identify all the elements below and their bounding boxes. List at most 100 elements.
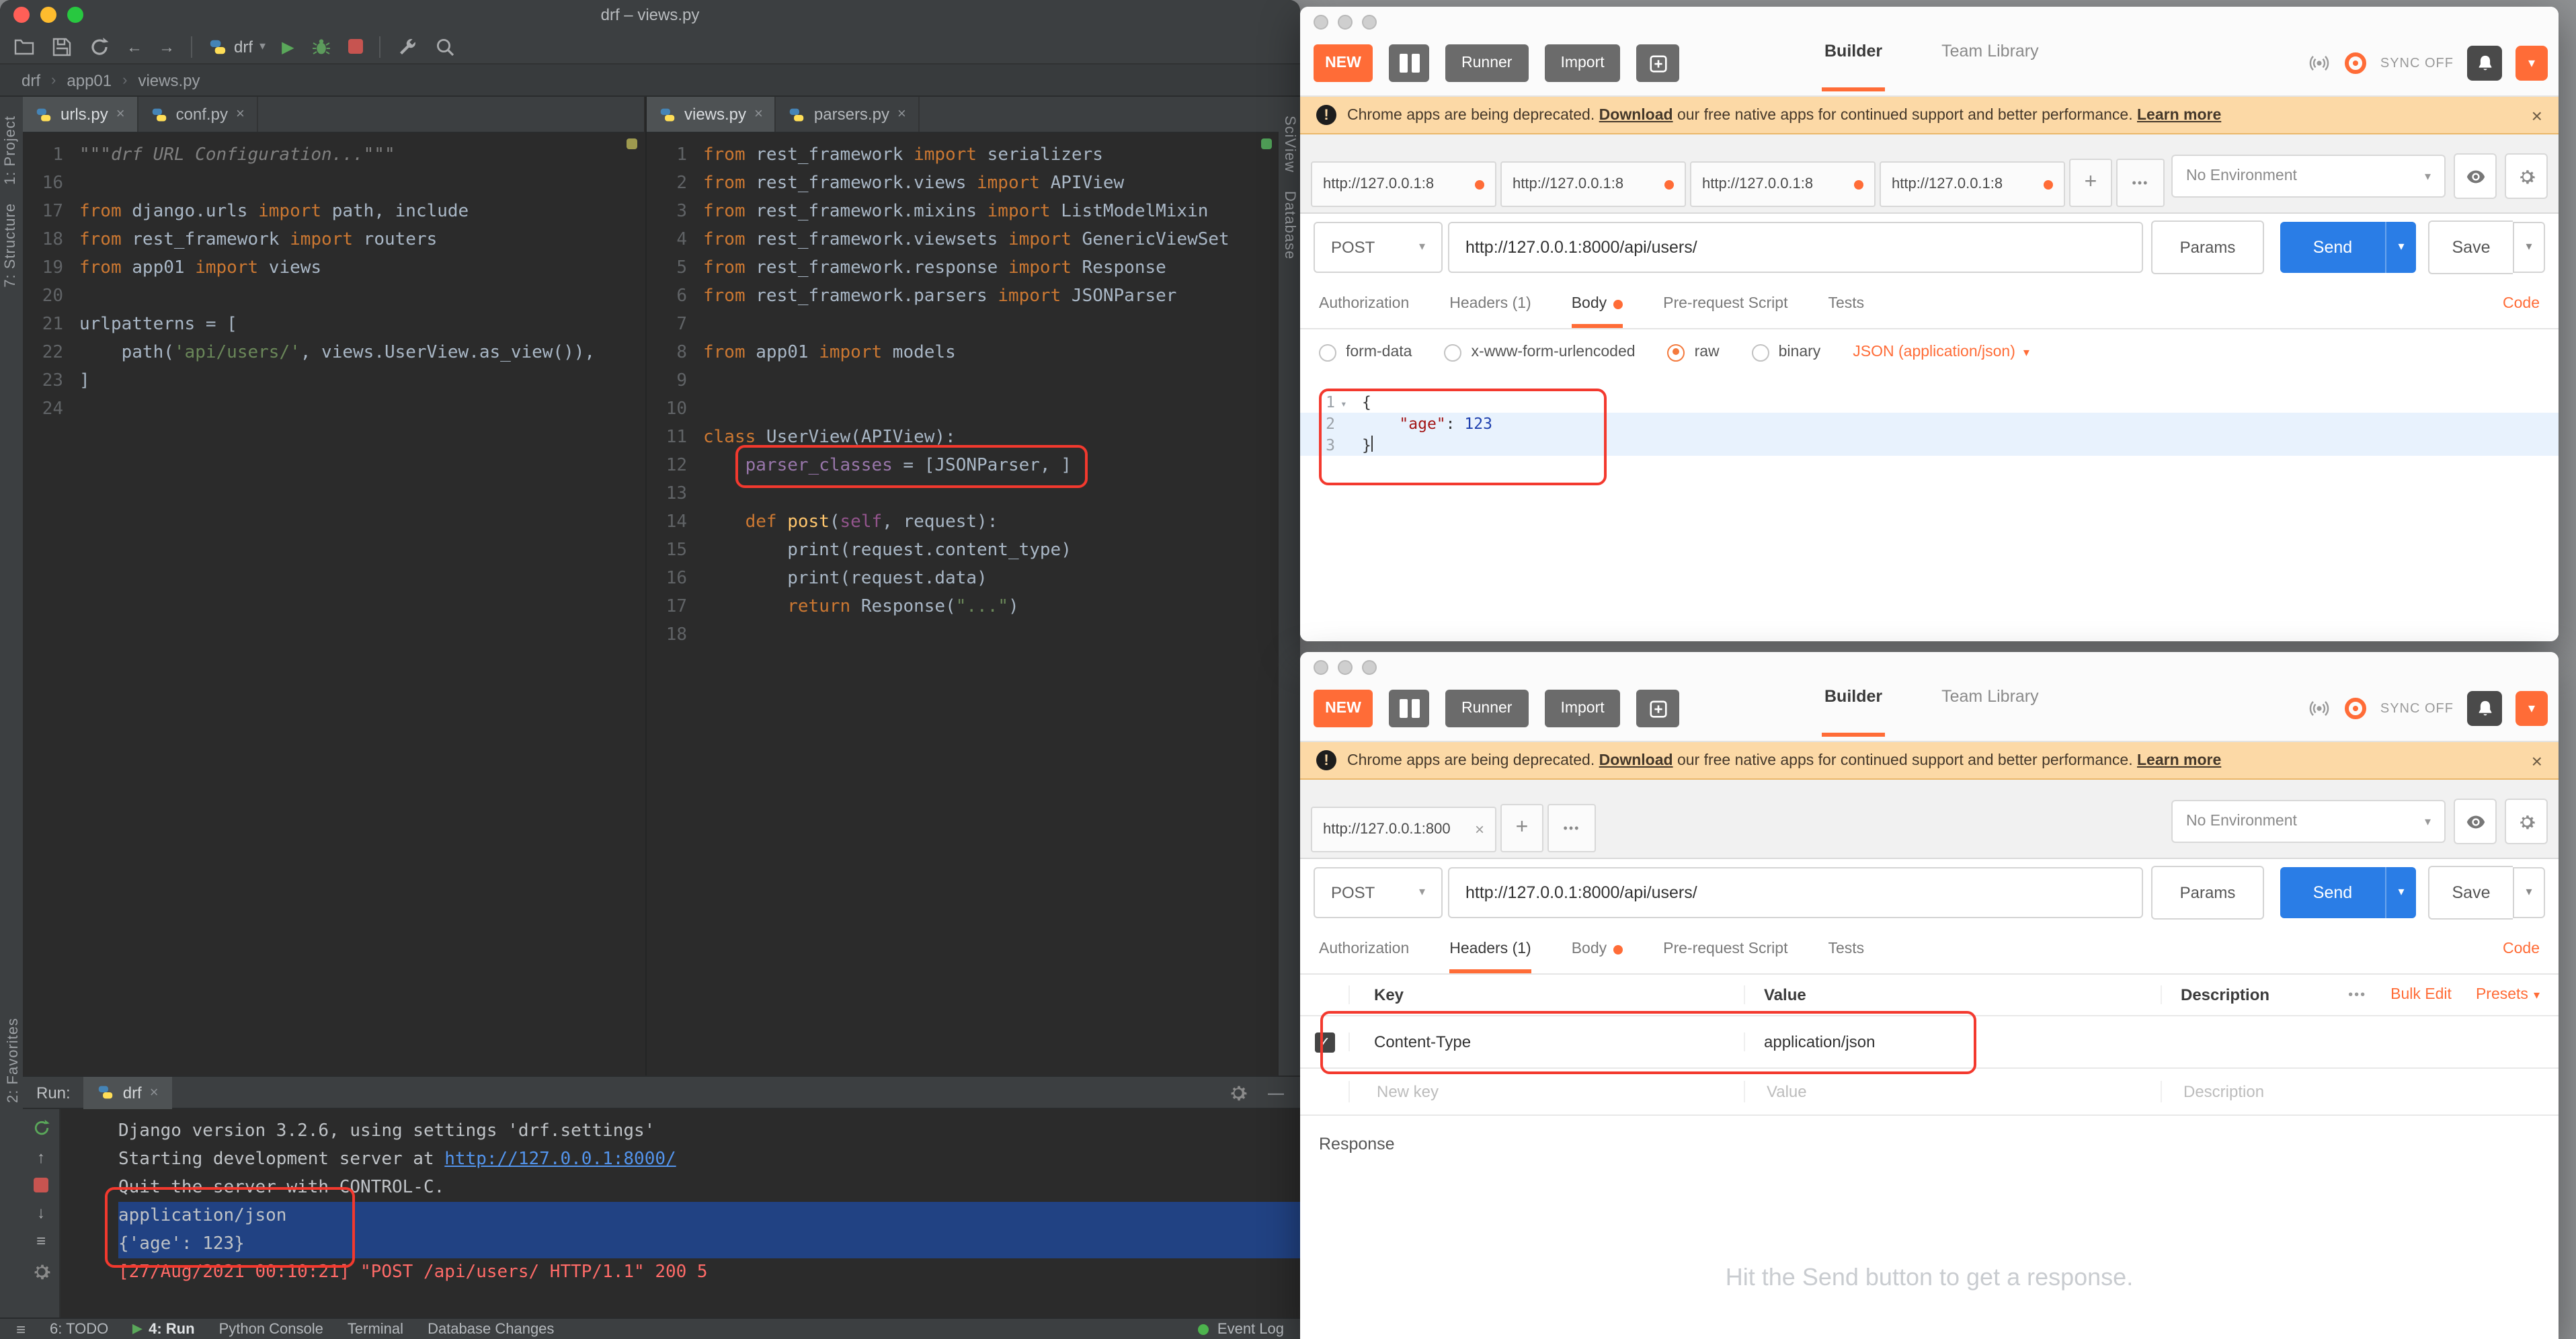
forward-icon[interactable]: → <box>159 38 175 54</box>
send-button[interactable]: Send <box>2280 221 2385 272</box>
console-menu-icon[interactable]: ≡ <box>36 1233 46 1249</box>
close-window-button[interactable] <box>1314 660 1328 675</box>
download-link[interactable]: Download <box>1599 107 1673 123</box>
request-tab[interactable]: http://127.0.0.1:8 <box>1311 161 1496 207</box>
minimize-window-button[interactable] <box>1338 15 1353 30</box>
header-value-cell[interactable]: application/json <box>1744 1032 2161 1051</box>
presets-dropdown[interactable]: Presets▾ <box>2476 987 2540 1003</box>
environment-preview-icon[interactable] <box>2454 153 2497 199</box>
import-button[interactable]: Import <box>1544 44 1620 82</box>
radio-form-data[interactable]: form-data <box>1319 343 1412 361</box>
code-editor-views[interactable]: 1from rest_framework import serializers2… <box>647 133 1279 1077</box>
statusbar-event-log[interactable]: Event Log <box>1199 1321 1284 1337</box>
settings-gear-icon[interactable] <box>1227 1082 1249 1103</box>
environment-select[interactable]: No Environment▾ <box>2171 800 2446 843</box>
subtab-body[interactable]: Body <box>1572 925 1623 973</box>
rerun-icon[interactable] <box>32 1119 50 1137</box>
editor-tab-urls[interactable]: urls.py × <box>23 97 138 132</box>
url-input[interactable] <box>1448 866 2143 918</box>
request-tab[interactable]: http://127.0.0.1:800× <box>1311 807 1496 852</box>
editor-tab-views[interactable]: views.py × <box>647 97 776 132</box>
wrench-icon[interactable] <box>397 36 418 57</box>
new-tab-button[interactable]: + <box>2069 159 2112 207</box>
account-menu-button[interactable]: ▾ <box>2515 46 2548 81</box>
statusbar-todo[interactable]: 6: TODO <box>50 1321 108 1337</box>
bulk-edit-link[interactable]: Bulk Edit <box>2390 987 2452 1003</box>
close-banner-icon[interactable]: × <box>2532 104 2542 126</box>
code-editor-urls[interactable]: 1"""drf URL Configuration..."""1617from … <box>23 133 644 1077</box>
close-icon[interactable]: × <box>116 106 125 122</box>
breadcrumb-item[interactable]: views.py <box>138 71 200 89</box>
account-menu-button[interactable]: ▾ <box>2515 691 2548 726</box>
close-banner-icon[interactable]: × <box>2532 749 2542 771</box>
open-folder-icon[interactable] <box>13 36 35 57</box>
radio-binary[interactable]: binary <box>1752 343 1821 361</box>
statusbar-database-changes[interactable]: Database Changes <box>428 1321 554 1337</box>
minimize-window-button[interactable] <box>1338 660 1353 675</box>
sync-status-icon[interactable] <box>2345 698 2367 719</box>
subtab-body[interactable]: Body <box>1572 280 1623 328</box>
subtab-headers[interactable]: Headers (1) <box>1449 925 1531 973</box>
import-button[interactable]: Import <box>1544 690 1620 727</box>
stop-button[interactable] <box>348 39 363 54</box>
back-icon[interactable]: ← <box>126 38 143 54</box>
layout-toggle-icon[interactable] <box>1389 690 1429 727</box>
settings-gear-icon[interactable] <box>2505 799 2548 844</box>
close-icon[interactable]: × <box>1475 820 1484 839</box>
new-tab-button[interactable]: + <box>1500 804 1543 852</box>
close-icon[interactable]: × <box>150 1084 159 1100</box>
sync-icon[interactable] <box>89 36 110 57</box>
tab-builder[interactable]: Builder <box>1824 652 1882 741</box>
tab-builder[interactable]: Builder <box>1824 7 1882 95</box>
hide-panel-icon[interactable]: — <box>1268 1083 1284 1102</box>
subtab-pre-request[interactable]: Pre-request Script <box>1663 280 1787 328</box>
runner-button[interactable]: Runner <box>1445 44 1528 82</box>
environment-preview-icon[interactable] <box>2454 799 2497 844</box>
more-options-icon[interactable]: ••• <box>2348 987 2366 1002</box>
request-tab[interactable]: http://127.0.0.1:8 <box>1880 161 2065 207</box>
send-options-caret[interactable]: ▾ <box>2385 221 2416 272</box>
run-button[interactable]: ▶ <box>282 38 294 54</box>
subtab-tests[interactable]: Tests <box>1828 280 1865 328</box>
method-select[interactable]: POST▾ <box>1314 866 1443 918</box>
code-link[interactable]: Code <box>2503 296 2540 312</box>
down-stack-icon[interactable]: ↓ <box>37 1205 45 1221</box>
breadcrumb-item[interactable]: app01 <box>67 71 112 89</box>
new-value-input[interactable] <box>1764 1081 2126 1102</box>
zoom-window-button[interactable] <box>1362 15 1377 30</box>
new-button[interactable]: NEW <box>1314 44 1373 82</box>
close-icon[interactable]: × <box>754 106 763 122</box>
request-tab[interactable]: http://127.0.0.1:8 <box>1690 161 1876 207</box>
save-button[interactable]: Save <box>2428 865 2513 919</box>
new-window-icon[interactable] <box>1637 690 1680 727</box>
toolwindow-button-structure[interactable]: 7: Structure <box>3 204 19 288</box>
sync-status-icon[interactable] <box>2345 52 2367 74</box>
search-everywhere-icon[interactable] <box>434 36 456 57</box>
interceptor-icon[interactable] <box>2308 696 2332 721</box>
subtab-authorization[interactable]: Authorization <box>1319 925 1409 973</box>
zoom-window-button[interactable] <box>67 7 83 23</box>
body-language-select[interactable]: JSON (application/json)▾ <box>1853 344 2029 360</box>
notifications-bell-icon[interactable] <box>2467 691 2502 726</box>
toolwindow-button-sciview[interactable]: SciView <box>1281 116 1297 173</box>
url-input[interactable] <box>1448 221 2143 272</box>
close-icon[interactable]: × <box>897 106 906 122</box>
toolwindow-button-database[interactable]: Database <box>1281 192 1297 260</box>
subtab-tests[interactable]: Tests <box>1828 925 1865 973</box>
tab-overflow-button[interactable]: ••• <box>1547 804 1596 852</box>
new-button[interactable]: NEW <box>1314 690 1373 727</box>
toolwindow-button-project[interactable]: 1: Project <box>3 116 19 185</box>
learn-more-link[interactable]: Learn more <box>2137 107 2221 123</box>
close-icon[interactable]: × <box>236 106 245 122</box>
subtab-pre-request[interactable]: Pre-request Script <box>1663 925 1787 973</box>
minimize-window-button[interactable] <box>40 7 56 23</box>
raw-body-editor[interactable]: 1▾{2 "age": 1233} <box>1300 375 2559 641</box>
save-options-caret[interactable]: ▾ <box>2513 866 2545 918</box>
notifications-bell-icon[interactable] <box>2467 46 2502 81</box>
run-configuration-select[interactable]: drf ▾ <box>208 37 266 56</box>
run-tab-drf[interactable]: drf × <box>84 1076 172 1108</box>
statusbar-menu-icon[interactable]: ≡ <box>16 1321 26 1337</box>
code-link[interactable]: Code <box>2503 941 2540 957</box>
environment-select[interactable]: No Environment▾ <box>2171 155 2446 198</box>
up-stack-icon[interactable]: ↑ <box>37 1149 45 1166</box>
